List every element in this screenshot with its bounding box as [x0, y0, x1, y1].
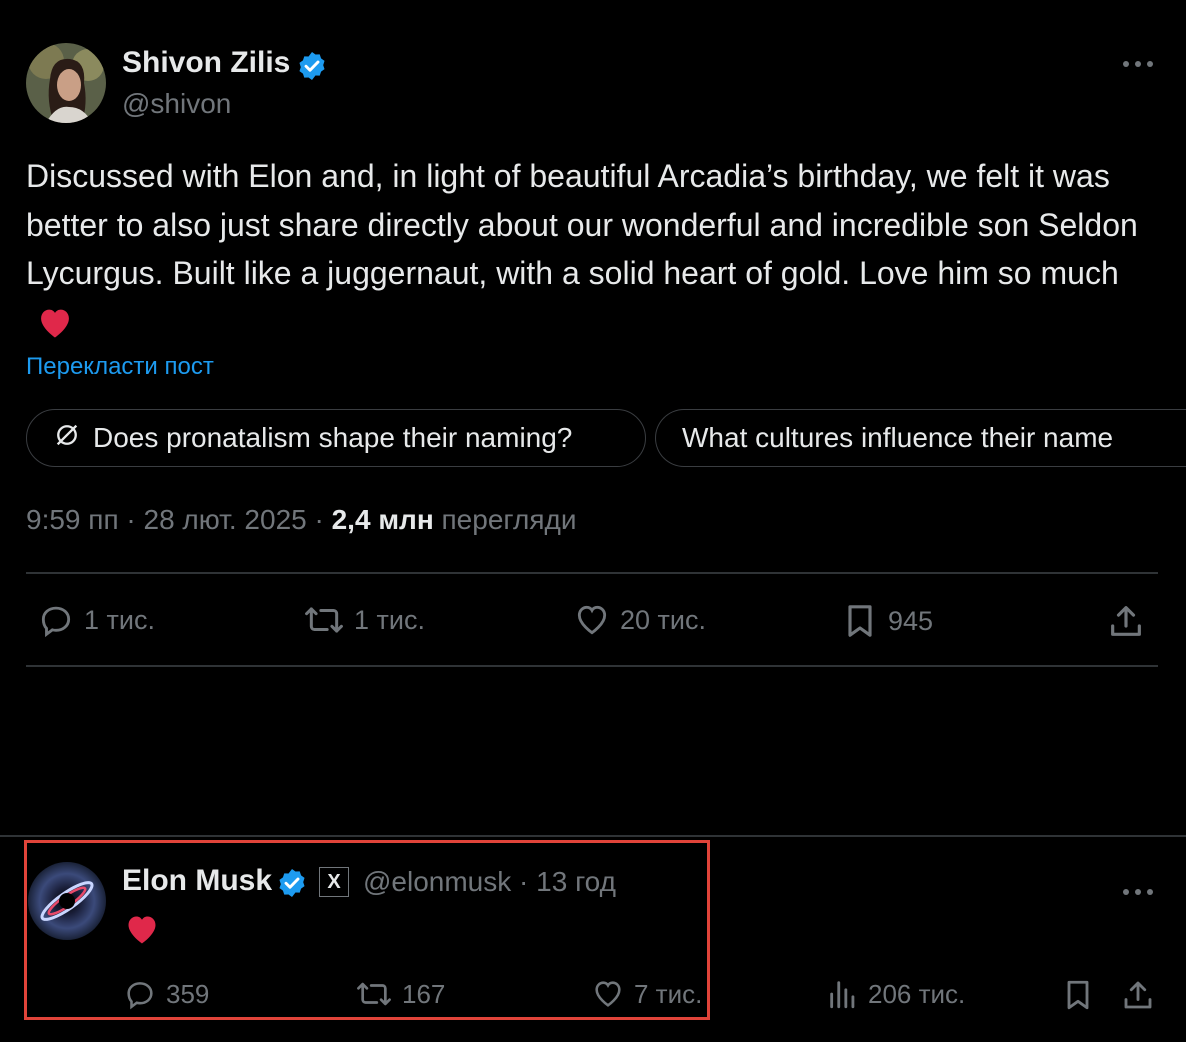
divider	[26, 572, 1158, 574]
verified-badge-icon	[296, 50, 328, 82]
grok-question-label: Does pronatalism shape their naming?	[93, 422, 573, 453]
post-date[interactable]: 28 лют. 2025	[144, 504, 307, 535]
post-text: Discussed with Elon and, in light of bea…	[26, 158, 1138, 291]
heart-emoji	[36, 304, 74, 353]
reply-views-button[interactable]: 206 тис.	[826, 977, 965, 1011]
affiliate-badge[interactable]: X	[319, 867, 349, 897]
reply-button[interactable]: 1 тис.	[36, 601, 155, 639]
x-logo-icon: X	[327, 871, 341, 893]
bookmark-icon	[840, 601, 880, 641]
post-text-container: Discussed with Elon and, in light of bea…	[26, 152, 1161, 352]
reply-like-count: 7 тис.	[634, 978, 703, 1009]
reply-reply-count: 359	[166, 978, 210, 1009]
reply-bookmark-button[interactable]	[1060, 977, 1096, 1013]
bookmark-button[interactable]: 945	[840, 601, 933, 641]
grok-icon	[53, 421, 81, 456]
views-count: 2,4 млн	[331, 504, 434, 535]
post-time[interactable]: 9:59 пп	[26, 504, 119, 535]
divider	[0, 835, 1186, 837]
grok-question-chip[interactable]: Does pronatalism shape their naming?	[26, 409, 646, 467]
reply-icon	[122, 977, 158, 1011]
reply-repost-count: 167	[402, 978, 446, 1009]
reply-heart-emoji	[124, 912, 160, 950]
reply-like-button[interactable]: 7 тис.	[590, 977, 702, 1011]
more-icon[interactable]	[1122, 878, 1154, 898]
heart-icon	[590, 977, 626, 1011]
heart-icon	[572, 601, 612, 639]
repost-count: 1 тис.	[354, 604, 425, 635]
reply-count: 1 тис.	[84, 604, 155, 635]
reply-share-button[interactable]	[1120, 977, 1156, 1013]
share-icon	[1120, 977, 1156, 1013]
post-meta: 9:59 пп · 28 лют. 2025 · 2,4 млн перегля…	[26, 504, 577, 535]
reply-handle[interactable]: @elonmusk	[363, 866, 511, 897]
reply-views-count: 206 тис.	[868, 978, 966, 1009]
reply-author-avatar[interactable]	[28, 862, 106, 940]
like-button[interactable]: 20 тис.	[572, 601, 706, 639]
repost-button[interactable]: 1 тис.	[302, 601, 425, 639]
reply-author-name[interactable]: Elon Musk	[122, 864, 272, 898]
verified-badge-icon	[276, 867, 308, 899]
views-label: перегляди	[441, 504, 577, 535]
share-icon	[1106, 601, 1146, 641]
share-button[interactable]	[1106, 601, 1146, 641]
like-count: 20 тис.	[620, 604, 706, 635]
bookmark-count: 945	[888, 605, 934, 636]
reply-repost-button[interactable]: 167	[354, 977, 445, 1011]
grok-question-chip-2[interactable]: What cultures influence their name	[655, 409, 1186, 467]
reply-handle-meta: @elonmusk · 13 год	[363, 866, 616, 897]
author-handle[interactable]: @shivon	[122, 88, 231, 120]
author-avatar[interactable]	[26, 43, 106, 123]
grok-question-label-2: What cultures influence their name	[682, 422, 1114, 453]
reply-time[interactable]: 13 год	[536, 866, 616, 897]
bookmark-icon	[1060, 977, 1096, 1013]
author-name[interactable]: Shivon Zilis	[122, 46, 290, 80]
more-icon[interactable]	[1122, 50, 1154, 70]
reply-icon	[36, 601, 76, 639]
repost-icon	[302, 601, 346, 639]
divider	[26, 665, 1158, 667]
views-icon	[826, 977, 860, 1011]
translate-post-link[interactable]: Перекласти пост	[26, 353, 214, 381]
repost-icon	[354, 977, 394, 1011]
reply-reply-button[interactable]: 359	[122, 977, 209, 1011]
